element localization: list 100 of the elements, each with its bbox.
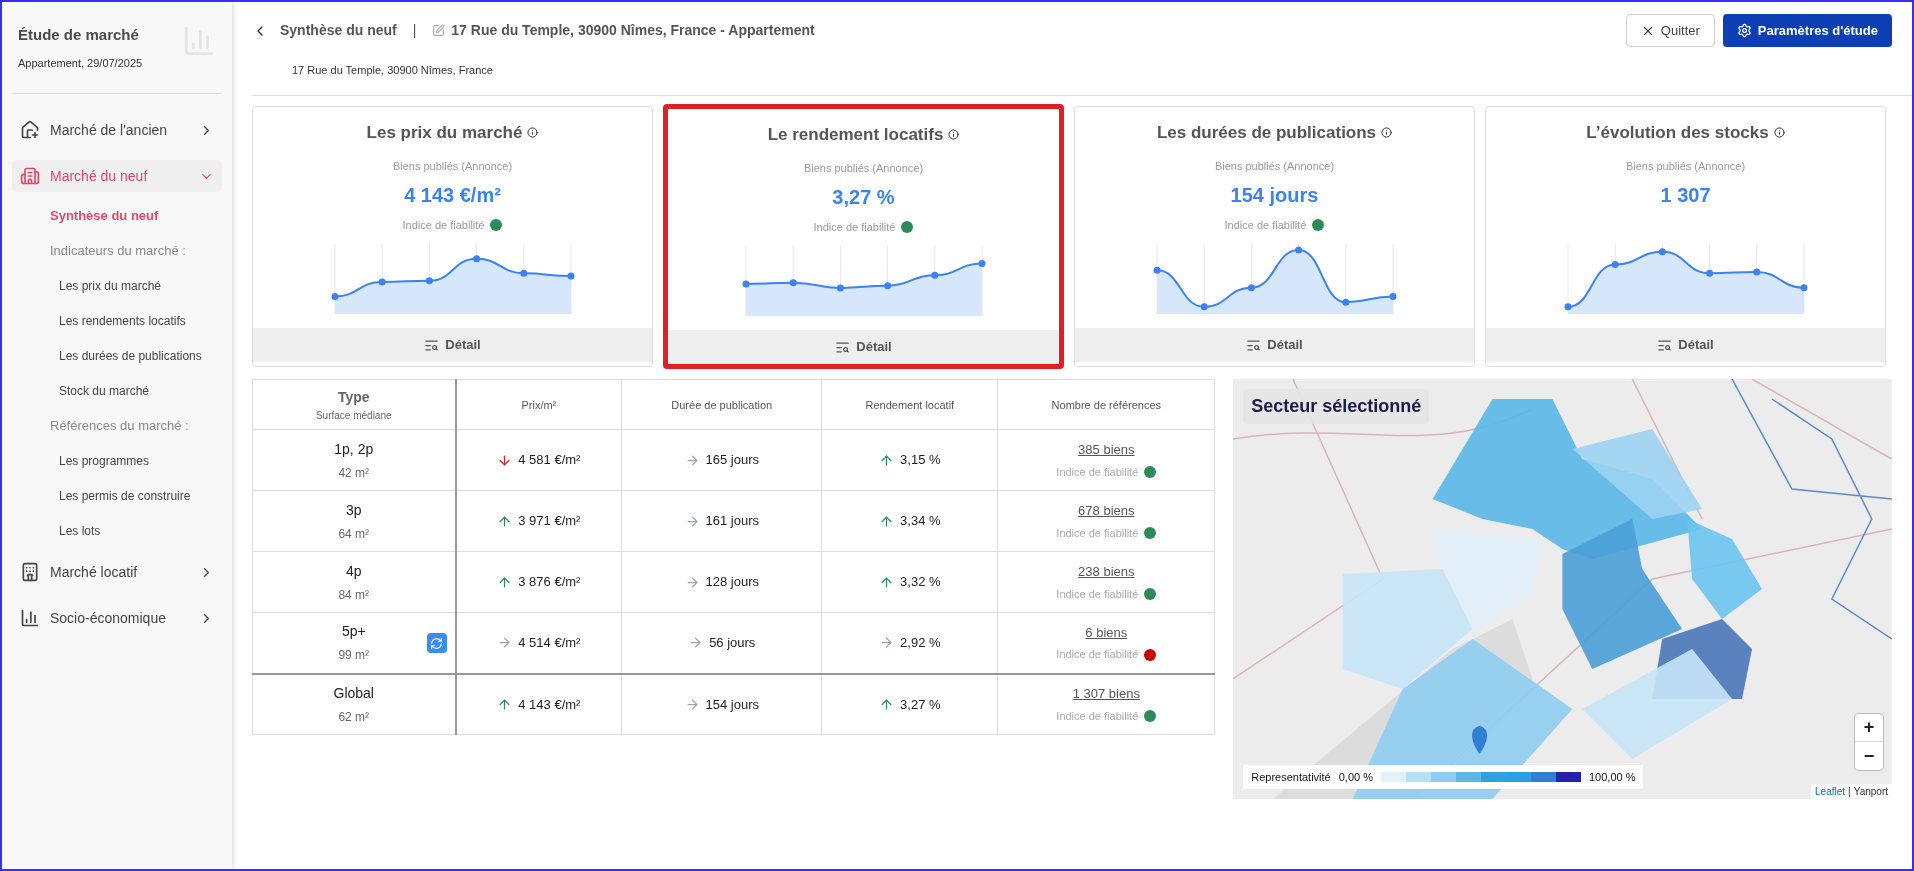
nav-subitem[interactable]: Stock du marché — [12, 373, 222, 408]
reliability-label: Indice de fiabilité — [1056, 708, 1139, 724]
sparkline-point — [883, 282, 891, 290]
nav-heading: Références du marché : — [49, 416, 190, 435]
card-title: Les durées de publications — [1156, 122, 1377, 144]
nav-subitem[interactable]: Les programmes — [12, 443, 222, 478]
map[interactable]: Secteur sélectionné Representativité 0,00 % 100,00 % + − Leaflet | Yanport — [1233, 379, 1892, 799]
type-label: 3p — [345, 500, 362, 520]
type-label: 4p — [345, 561, 362, 581]
legend-label: Representativité — [1251, 769, 1331, 785]
zoom-out-button[interactable]: − — [1855, 742, 1883, 770]
leaflet-link[interactable]: Leaflet — [1815, 784, 1846, 799]
nav-subitem[interactable]: Synthèse du neuf — [12, 198, 222, 233]
column-subheader: Surface médiane — [315, 408, 392, 423]
column-header: Type — [337, 387, 370, 407]
refresh-icon[interactable] — [426, 633, 447, 653]
sidebar-subtitle: Appartement, 29/07/2025 — [18, 55, 143, 71]
sparkline-point — [1752, 268, 1760, 276]
sparkline-point — [519, 269, 527, 277]
nav-item[interactable]: Marché locatif — [12, 556, 222, 588]
nav-item[interactable]: Socio-économique — [12, 602, 222, 634]
nav-icon — [20, 120, 40, 140]
table-cell-text: 3,34 % — [900, 512, 941, 531]
settings-button[interactable]: Paramètres d'étude — [1722, 14, 1892, 47]
column-header: Nombre de références — [1051, 398, 1162, 411]
card-subtitle: Biens publiés (Annonce) — [1625, 158, 1746, 174]
sparkline-point — [1341, 298, 1349, 306]
references-link[interactable]: 6 biens — [1085, 622, 1128, 643]
sparkline-point — [1200, 303, 1208, 311]
table-cell-text: 161 jours — [705, 512, 759, 531]
attribution-separator: | — [1848, 785, 1851, 799]
surface-label: 64 m² — [338, 525, 370, 543]
nav-subitem[interactable]: Les permis de construire — [12, 478, 222, 513]
references-link[interactable]: 1 307 biens — [1072, 684, 1140, 704]
sparkline-point — [567, 272, 574, 280]
reliability-label: Indice de fiabilité — [1056, 464, 1139, 480]
surface-label: 42 m² — [338, 464, 370, 482]
info-icon[interactable] — [1773, 127, 1785, 139]
card-title: L’évolution des stocks — [1586, 122, 1769, 144]
title-separator: | — [412, 21, 417, 40]
sparkline-point — [836, 284, 844, 292]
table-cell-text: 3 876 €/m² — [518, 573, 581, 592]
sidebar-title: Étude de marché — [18, 25, 140, 45]
column-header: Prix/m² — [521, 398, 557, 411]
page-title: Synthèse du neuf — [280, 21, 397, 40]
column-header: Rendement locatif — [865, 398, 955, 411]
card-title: Le rendement locatifs — [767, 124, 944, 146]
map-title: Secteur sélectionné — [1243, 389, 1430, 424]
sparkline-point — [1294, 246, 1302, 254]
references-link[interactable]: 678 biens — [1078, 501, 1135, 521]
quit-button[interactable]: Quitter — [1625, 14, 1715, 47]
reliability-label: Indice de fiabilité — [1056, 586, 1139, 602]
zoom-in-button[interactable]: + — [1855, 714, 1883, 742]
sparkline-point — [1564, 303, 1571, 311]
sparkline-point — [378, 278, 386, 286]
sparkline-point — [1611, 261, 1619, 268]
detail-icon — [1657, 337, 1673, 353]
nav-item[interactable]: Marché de l'ancien — [12, 114, 222, 146]
table-cell-text: 3 971 €/m² — [518, 512, 581, 531]
table-cell-text: 56 jours — [709, 634, 756, 652]
nav-subitem[interactable]: Les durées de publications — [12, 338, 222, 373]
sparkline-point — [425, 277, 433, 285]
table-cell-text: 4 514 €/m² — [518, 634, 581, 652]
surface-label: 84 m² — [338, 586, 370, 604]
detail-button[interactable]: Détail — [253, 328, 652, 362]
sparkline-point — [789, 279, 797, 287]
legend-min: 0,00 % — [1338, 769, 1373, 785]
sparkline-point — [978, 260, 985, 268]
info-icon[interactable] — [1381, 127, 1393, 139]
card-subtitle: Biens publiés (Annonce) — [803, 160, 924, 176]
nav-subitem[interactable]: Les rendements locatifs — [12, 303, 222, 338]
address-text: 17 Rue du Temple, 30900 Nîmes, France — [292, 64, 493, 76]
references-link[interactable]: 238 biens — [1078, 562, 1135, 582]
type-label: 1p, 2p — [334, 439, 374, 459]
sparkline-point — [930, 271, 938, 279]
detail-button[interactable]: Détail — [1075, 328, 1474, 362]
card-subtitle: Biens publiés (Annonce) — [392, 158, 513, 174]
card-title: Les prix du marché — [366, 122, 523, 144]
reliability-label: Indice de fiabilité — [1056, 647, 1139, 663]
sparkline-point — [1247, 284, 1255, 292]
info-icon[interactable] — [948, 129, 960, 141]
legend-max: 100,00 % — [1589, 769, 1636, 785]
nav-subitem[interactable]: Les prix du marché — [12, 268, 222, 303]
detail-button[interactable]: Détail — [1486, 328, 1885, 362]
nav-icon — [20, 166, 40, 186]
info-icon[interactable] — [527, 127, 539, 139]
nav-subitem[interactable]: Les lots — [12, 513, 222, 548]
card-value: 1 307 — [1660, 183, 1711, 208]
type-label: Global — [333, 683, 374, 703]
detail-button[interactable]: Détail — [668, 330, 1059, 364]
table-cell-text: 165 jours — [705, 451, 759, 470]
sparkline-point — [1389, 292, 1396, 300]
column-header: Durée de publication — [671, 398, 773, 411]
surface-label: 62 m² — [338, 708, 370, 726]
reliability-label: Indice de fiabilité — [1056, 525, 1139, 541]
sparkline-point — [1153, 266, 1160, 274]
table-cell-text: 2,92 % — [900, 634, 941, 652]
type-label: 5p+ — [341, 622, 366, 642]
table-cell-text: 3,27 % — [900, 695, 941, 714]
references-link[interactable]: 385 biens — [1078, 440, 1135, 460]
